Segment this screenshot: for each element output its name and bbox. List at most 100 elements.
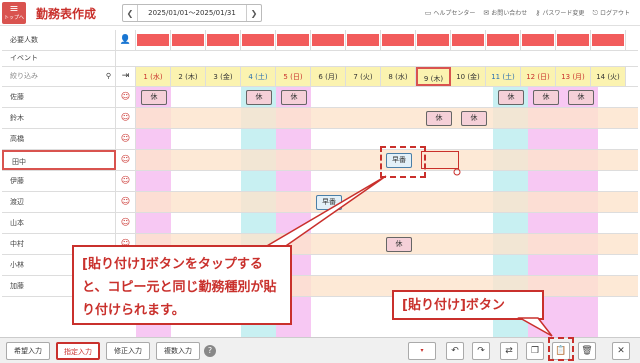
required-bar: [312, 34, 344, 46]
logout-label: ログアウト: [599, 10, 630, 17]
required-bar: [242, 34, 274, 46]
day-header[interactable]: 6 (月): [311, 67, 346, 86]
required-bar: [592, 34, 624, 46]
required-cell[interactable]: [451, 30, 486, 50]
password-change-link[interactable]: ⚷ パスワード変更: [535, 8, 584, 18]
edit-input-button[interactable]: 修正入力: [106, 342, 150, 360]
required-bar: [347, 34, 379, 46]
required-cell[interactable]: [136, 30, 171, 50]
swap-icon[interactable]: ⇄: [500, 342, 518, 360]
staff-name[interactable]: 渡辺: [2, 192, 116, 212]
staff-name[interactable]: 山本: [2, 213, 116, 233]
shift-chip[interactable]: 休: [141, 90, 167, 105]
day-header[interactable]: 1 (水): [136, 67, 171, 86]
shift-chip[interactable]: 休: [498, 90, 524, 105]
search-icon[interactable]: ⚲: [106, 67, 111, 86]
day-header[interactable]: 12 (日): [521, 67, 556, 86]
required-cell[interactable]: [416, 30, 451, 50]
help-center-link[interactable]: ▭ ヘルプセンター: [425, 8, 476, 18]
date-range[interactable]: 2025/01/01～2025/01/31: [137, 5, 247, 21]
required-cell[interactable]: [206, 30, 241, 50]
staff-name[interactable]: 高橋: [2, 129, 116, 149]
shift-select-icon[interactable]: ▾: [408, 342, 436, 360]
copy-icon[interactable]: ❐: [526, 342, 544, 360]
required-cell[interactable]: [311, 30, 346, 50]
required-cell[interactable]: [171, 30, 206, 50]
contact-link[interactable]: ✉ お問い合わせ: [483, 8, 527, 18]
required-cell[interactable]: [381, 30, 416, 50]
day-header[interactable]: 9 (木): [416, 67, 451, 86]
paste-button-callout: [貼り付け]ボタン: [392, 290, 544, 320]
staff-row: 佐藤 ☺ 休 休 休 休 休 休: [2, 87, 638, 108]
day-header-row: 絞り込み ⚲ ⇥ 1 (水) 2 (木) 3 (金) 4 (土) 5 (日) 6…: [2, 67, 638, 87]
date-range-nav: ❮ 2025/01/01～2025/01/31 ❯: [122, 4, 262, 22]
required-cell[interactable]: [591, 30, 626, 50]
required-cell[interactable]: [346, 30, 381, 50]
required-cell[interactable]: [486, 30, 521, 50]
smiley-icon[interactable]: ☺: [116, 129, 136, 149]
day-header[interactable]: 13 (月): [556, 67, 591, 86]
smiley-icon[interactable]: ☺: [116, 192, 136, 212]
staff-row: 山本 ☺: [2, 213, 638, 234]
day-header[interactable]: 14 (火): [591, 67, 626, 86]
smiley-icon[interactable]: ☺: [116, 108, 136, 128]
day-header[interactable]: 4 (土): [241, 67, 276, 86]
paste-button-callout-text: [貼り付け]ボタン: [402, 298, 505, 313]
required-bar: [452, 34, 484, 46]
smiley-icon[interactable]: ☺: [116, 171, 136, 191]
required-cell[interactable]: [556, 30, 591, 50]
day-header[interactable]: 10 (金): [451, 67, 486, 86]
wish-input-button[interactable]: 希望入力: [6, 342, 50, 360]
staff-row: 伊藤 ☺: [2, 171, 638, 192]
required-bar: [417, 34, 449, 46]
required-bar: [522, 34, 554, 46]
staff-name[interactable]: 鈴木: [2, 108, 116, 128]
smiley-icon[interactable]: ☺: [116, 87, 136, 107]
help-center-label: ヘルプセンター: [433, 10, 476, 17]
paste-target-cell[interactable]: [421, 151, 459, 169]
staff-name[interactable]: 佐藤: [2, 87, 116, 107]
shift-chip[interactable]: 休: [246, 90, 272, 105]
required-cell[interactable]: [521, 30, 556, 50]
menu-label: トップへ: [3, 15, 24, 21]
event-row: イベント: [2, 51, 638, 67]
multi-input-button[interactable]: 複数入力: [156, 342, 200, 360]
filter-input[interactable]: 絞り込み ⚲: [2, 67, 116, 86]
day-header[interactable]: 8 (水): [381, 67, 416, 86]
shift-chip[interactable]: 休: [533, 90, 559, 105]
redo-icon[interactable]: ↷: [472, 342, 490, 360]
close-icon[interactable]: ✕: [612, 342, 630, 360]
help-circle-icon[interactable]: ?: [204, 345, 216, 357]
specified-input-button[interactable]: 指定入力: [56, 342, 100, 360]
next-arrow-icon[interactable]: ❯: [247, 9, 261, 18]
staff-name[interactable]: 伊藤: [2, 171, 116, 191]
prev-arrow-icon[interactable]: ❮: [123, 9, 137, 18]
staff-row: 田中 ☺ 早番: [2, 150, 638, 171]
logout-link[interactable]: ⎋ ログアウト: [592, 8, 630, 18]
shift-chip[interactable]: 休: [568, 90, 594, 105]
required-cell[interactable]: [276, 30, 311, 50]
smiley-icon[interactable]: ☺: [116, 213, 136, 233]
export-icon[interactable]: ⇥: [116, 67, 136, 86]
menu-button[interactable]: ≡ トップへ: [2, 2, 26, 24]
smiley-icon[interactable]: ☺: [116, 150, 136, 170]
shift-chip[interactable]: 休: [461, 111, 487, 126]
shift-chip[interactable]: 休: [426, 111, 452, 126]
required-bar: [557, 34, 589, 46]
day-header[interactable]: 3 (金): [206, 67, 241, 86]
required-bar: [487, 34, 519, 46]
undo-icon[interactable]: ↶: [446, 342, 464, 360]
day-header[interactable]: 5 (日): [276, 67, 311, 86]
shift-chip[interactable]: 休: [281, 90, 307, 105]
required-bar: [172, 34, 204, 46]
shift-chip[interactable]: 休: [386, 237, 412, 252]
required-cell[interactable]: [241, 30, 276, 50]
key-icon: ⚷: [535, 9, 541, 17]
day-header[interactable]: 11 (土): [486, 67, 521, 86]
staff-name-selected[interactable]: 田中: [2, 150, 116, 170]
bottom-toolbar: 希望入力 指定入力 修正入力 複数入力 ? ▾ ↶ ↷ ⇄ ❐ 📋 🗑 ✕: [0, 337, 640, 363]
day-header[interactable]: 7 (火): [346, 67, 381, 86]
trash-icon[interactable]: 🗑: [578, 342, 596, 360]
day-header[interactable]: 2 (木): [171, 67, 206, 86]
shift-chip[interactable]: 早番: [316, 195, 342, 210]
